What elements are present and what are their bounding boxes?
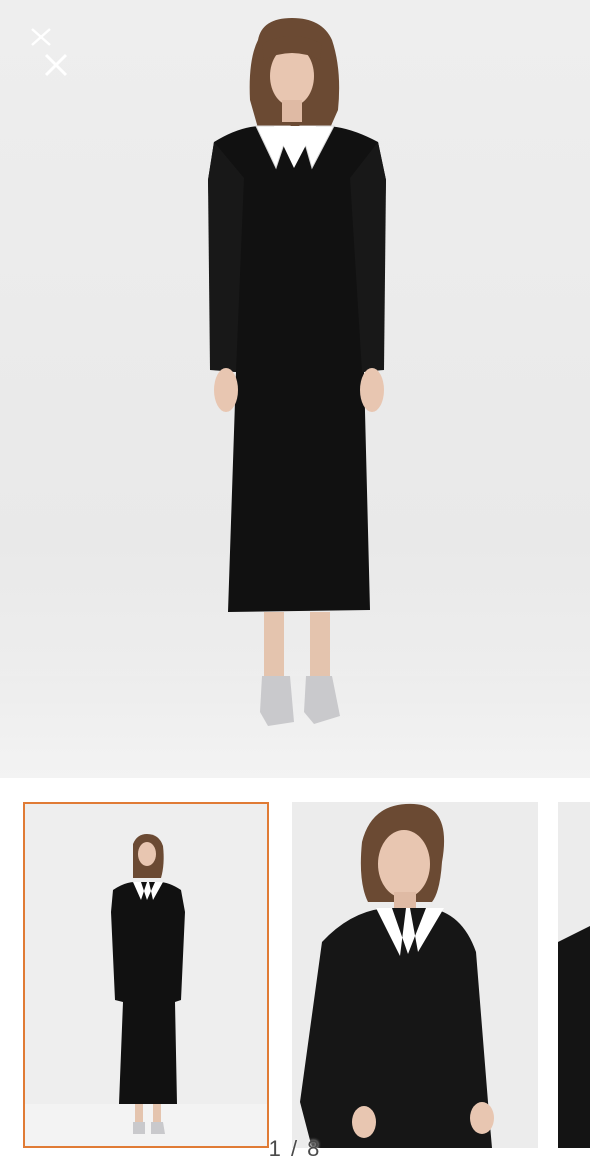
thumbnail-1[interactable]	[23, 802, 269, 1148]
main-product-image[interactable]	[0, 0, 590, 778]
close-icon	[31, 28, 68, 77]
close-button[interactable]	[28, 25, 72, 81]
thumbnail-carousel[interactable]	[0, 778, 590, 1163]
thumbnail-image	[292, 802, 538, 1148]
thumbnail-image	[25, 804, 267, 1146]
thumbnail-2[interactable]	[292, 802, 538, 1148]
image-counter: 1 / 8	[268, 1136, 322, 1161]
thumbnail-3[interactable]	[558, 802, 590, 1148]
model-in-black-dress	[208, 18, 386, 726]
thumbnail-image	[558, 802, 590, 1148]
